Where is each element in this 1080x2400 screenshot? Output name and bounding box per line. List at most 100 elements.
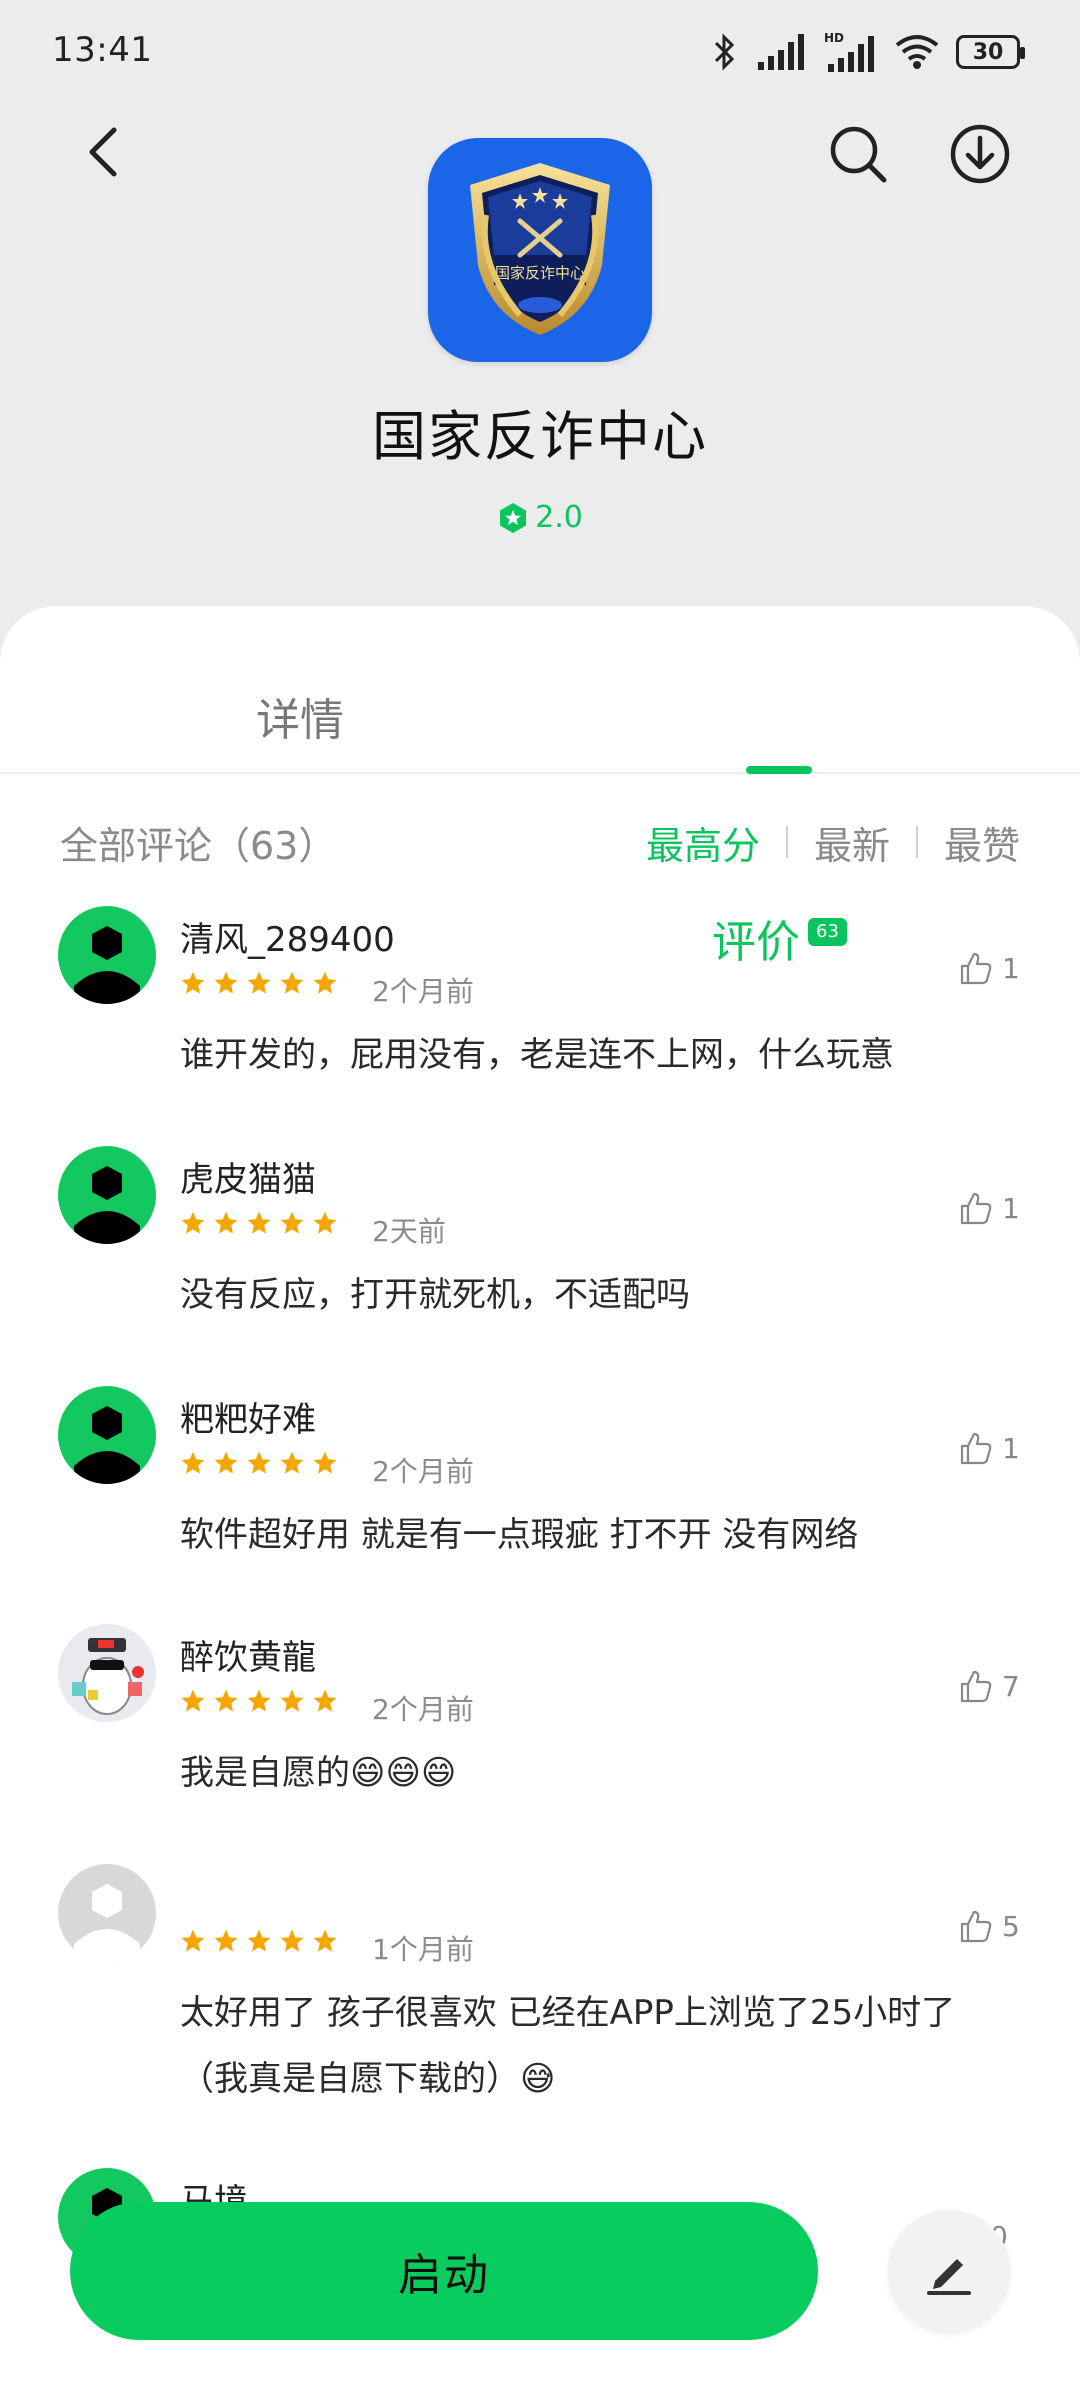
reviewer-name: 醉饮黄龍 [180,1638,316,1678]
write-review-button[interactable] [888,2210,1010,2332]
reviewer-name: 虎皮猫猫 [180,1160,316,1200]
default-user-avatar-icon [74,926,140,1004]
review-text: 太好用了 孩子很喜欢 已经在APP上浏览了25小时了（我真是自愿下载的）😅 [180,1993,956,2099]
launch-button[interactable]: 启动 [70,2202,818,2340]
rating-badge-icon [500,502,527,533]
battery-level: 30 [956,35,1025,69]
app-title: 国家反诈中心 [372,405,708,468]
like-button[interactable]: 5 [958,1908,1020,1944]
download-icon [950,124,1010,184]
star-icon [313,971,337,994]
sort-most-liked[interactable]: 最赞 [944,815,1020,870]
app-icon-emblem-text: 国家反诈中心 [495,264,585,282]
avatar[interactable] [58,1624,156,1722]
like-count: 1 [1002,1431,1020,1465]
star-icon [280,971,304,994]
sort-options: 最高分 最新 最赞 [646,815,1020,870]
avatar[interactable] [58,1386,156,1484]
signal-icon [756,32,806,72]
edit-pen-icon [927,2259,971,2295]
like-count: 1 [1002,1191,1020,1225]
sort-newest[interactable]: 最新 [814,815,890,870]
sort-divider [785,826,788,858]
signal-hd-icon: HD [822,30,878,74]
svg-text:HD: HD [824,31,844,45]
status-time: 13:41 [52,30,153,70]
avatar[interactable] [58,906,156,1004]
star-icon [181,971,205,994]
star-icon [247,1451,271,1474]
review-time: 2个月前 [372,975,474,1008]
review-text: 谁开发的，屁用没有，老是连不上网，什么玩意 [180,1035,894,1075]
download-button[interactable] [948,122,1012,186]
star-rating [180,1450,338,1476]
thumbs-up-icon [960,1670,992,1703]
star-icon [214,1211,238,1234]
tab-reviews-label: 评价 [712,917,800,968]
reviewer-name: 清风_289400 [180,920,395,960]
active-tab-indicator [746,766,812,774]
tab-details[interactable]: 详情 [256,684,344,748]
like-button[interactable]: 7 [958,1668,1020,1704]
like-count: 7 [1002,1669,1020,1703]
star-icon [313,1929,337,1952]
star-icon [280,1451,304,1474]
back-button[interactable] [76,122,136,182]
sort-highest-score[interactable]: 最高分 [646,815,760,870]
tab-details-label: 详情 [256,695,344,746]
star-rating [180,1928,338,1954]
star-icon [181,1211,205,1234]
star-icon [280,1689,304,1712]
reviews-card: 详情 评价 63 全部评论（63） 最高分 最新 最赞 清风_289400 2个… [0,606,1080,2400]
like-button[interactable]: 1 [958,1190,1020,1226]
star-icon [280,1929,304,1952]
review-text: 软件超好用 就是有一点瑕疵 打不开 没有网络 [180,1515,859,1555]
default-user-avatar-icon [74,1166,140,1244]
star-icon [214,1451,238,1474]
status-bar: 13:41 HD 30 [0,0,1080,104]
thumbs-up-icon [960,952,992,985]
review-time: 1个月前 [372,1933,474,1966]
chevron-left-icon [89,127,117,177]
app-rating: 2.0 [0,500,1080,535]
star-icon [247,971,271,994]
star-icon [247,1211,271,1234]
thumbs-up-icon [960,1192,992,1225]
default-user-avatar-icon [74,1884,140,1962]
star-icon [214,971,238,994]
review-time: 2天前 [372,1215,446,1248]
tab-reviews[interactable]: 评价 63 [712,906,1080,970]
star-icon [280,1211,304,1234]
star-icon [181,1689,205,1712]
cartoon-character-avatar-icon [58,1624,156,1722]
like-count: 5 [1002,1909,1020,1943]
thumbs-up-icon [960,1432,992,1465]
star-icon [181,1451,205,1474]
thumbs-up-icon [960,1910,992,1943]
star-rating [180,970,338,996]
review-time: 2个月前 [372,1693,474,1726]
star-icon [247,1689,271,1712]
review-filter-bar: 全部评论（63） 最高分 最新 最赞 [60,812,1020,872]
avatar[interactable] [58,1146,156,1244]
rating-value: 2.0 [535,500,583,535]
avatar[interactable] [58,1864,156,1962]
star-icon [214,1689,238,1712]
like-count: 1 [1002,951,1020,985]
star-icon [313,1451,337,1474]
reviews-count-badge: 63 [808,918,847,946]
star-rating [180,1688,338,1714]
like-button[interactable]: 1 [958,950,1020,986]
review-time: 2个月前 [372,1455,474,1488]
battery-icon: 30 [956,35,1025,69]
star-rating [180,1210,338,1236]
all-reviews-label: 全部评论（63） [60,823,337,868]
like-button[interactable]: 1 [958,1430,1020,1466]
anti-fraud-shield-icon: 国家反诈中心 [470,163,610,335]
star-icon [214,1929,238,1952]
tab-bar: 详情 评价 63 [0,606,1080,968]
search-button[interactable] [826,122,890,186]
wifi-icon [894,33,940,71]
default-user-avatar-icon [74,1406,140,1484]
star-icon [313,1689,337,1712]
